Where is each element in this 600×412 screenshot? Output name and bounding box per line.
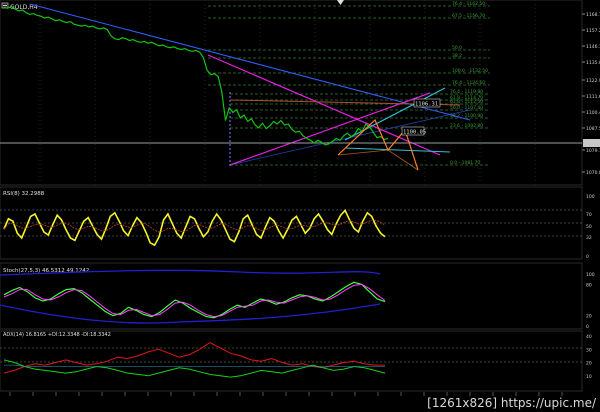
price-tick-label: 1070.80 <box>586 170 600 176</box>
adx-axis: 40 30 20 10 <box>586 334 592 380</box>
fib-label: 76.4 - 1124.60 <box>452 80 485 86</box>
fib-label: 38.2 <box>452 53 462 59</box>
rsi-title: RSI(8) 32.2988 <box>3 191 45 197</box>
price-axis: 1168.70 1157.20 1146.10 1135.00 1122.90 1111.… <box>582 12 600 176</box>
stoch-level-label: 0 <box>586 324 589 330</box>
adx-level-label: 20 <box>586 361 592 367</box>
fib-label: 76.4 - 1162.50 <box>452 1 485 7</box>
rsi-level-label: 0 <box>586 254 589 260</box>
rsi-level-label: 100 <box>586 194 595 200</box>
chart-canvas: GOLD,H4 76.4 - 1162.5067.5 - 1156.7050.0… <box>0 0 600 396</box>
fib-label: 50.0 <box>452 45 462 51</box>
rsi-axis: 100 70 50 32 0 <box>586 194 595 260</box>
adx-level-label: 30 <box>586 347 592 353</box>
rsi-level-label: 32 <box>586 235 592 241</box>
adx-title: ADX(14) 16.8165 +DI:12.3348 -DI:18.3342 <box>3 332 111 338</box>
svg-text:1100.05: 1100.05 <box>403 130 426 136</box>
current-price-tag <box>583 139 600 147</box>
fib-label: 61.8 - 1112.50 <box>450 99 483 105</box>
fib-label: 23.6 - 1092.80 <box>450 123 483 129</box>
stoch-level-label: 100 <box>586 272 595 278</box>
stoch-level-label: 80 <box>586 282 592 288</box>
stoch-axis: 100 80 20 0 <box>586 272 595 330</box>
rsi-level-label: 50 <box>586 224 592 230</box>
price-tick-label: 1079.10 <box>586 148 600 154</box>
watermark: [1261x826] https://upic.me/ <box>427 396 596 410</box>
adx-level-label: 10 <box>586 374 592 380</box>
price-tick-label: 1157.20 <box>586 28 600 34</box>
fib-label: 67.5 - 1156.70 <box>452 13 485 19</box>
price-box-2: 1100.05 <box>401 126 426 136</box>
price-tick-label: 1111.60 <box>586 94 600 100</box>
fib-label: 100.0 - 1132.50 <box>452 68 488 74</box>
main-panel <box>0 0 583 186</box>
stoch-level-label: 20 <box>586 314 592 320</box>
adx-level-label: 40 <box>586 334 592 340</box>
adx-panel <box>0 330 583 392</box>
svg-text:1106.31: 1106.31 <box>415 102 438 108</box>
price-tick-label: 1122.90 <box>586 78 600 84</box>
price-tick-label: 1146.10 <box>586 44 600 50</box>
fib-label: 50.0 - 1107.40 <box>450 105 483 111</box>
rsi-level-label: 70 <box>586 212 592 218</box>
price-tick-label: 1087.50 <box>586 126 600 132</box>
price-tick-label: 1135.00 <box>586 60 600 66</box>
fib-label: 0.0 - 1081.70 <box>450 160 480 166</box>
fib-label: 76.4 - 1119.80 <box>450 89 483 95</box>
price-tick-label: 1168.70 <box>586 12 600 18</box>
price-box-1: 1106.31 <box>413 98 441 108</box>
price-tick-label: 1100.45 <box>586 110 600 116</box>
